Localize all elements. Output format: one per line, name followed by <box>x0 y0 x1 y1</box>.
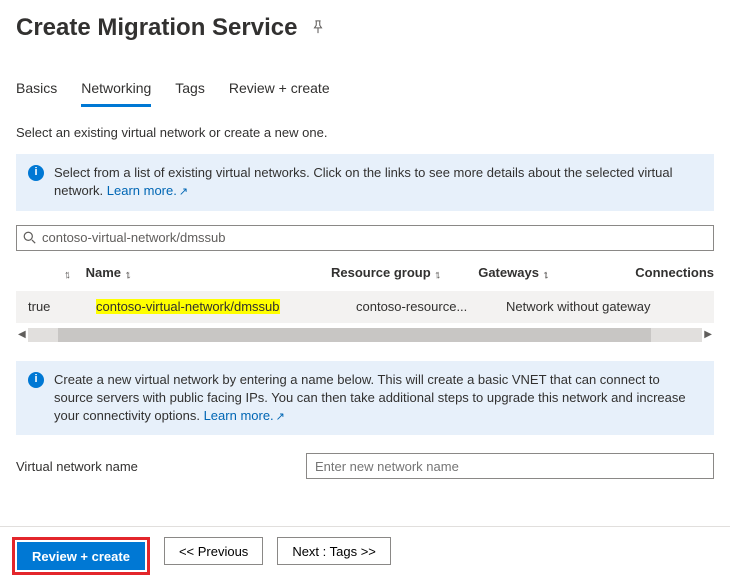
sort-icon[interactable]: ↑↓ <box>64 269 67 281</box>
info-new-network: i Create a new virtual network by enteri… <box>16 361 714 436</box>
vnet-name-label: Virtual network name <box>16 459 306 474</box>
horizontal-scrollbar[interactable]: ◀ ▶ <box>16 327 714 343</box>
info-new-text: Create a new virtual network by entering… <box>54 372 686 423</box>
intro-text: Select an existing virtual network or cr… <box>16 125 714 140</box>
tab-tags[interactable]: Tags <box>175 74 205 107</box>
row-name[interactable]: contoso-virtual-network/dmssub <box>96 299 280 314</box>
wizard-footer: Review + create << Previous Next : Tags … <box>0 526 730 585</box>
pin-icon[interactable] <box>311 20 325 37</box>
row-gateways: Network without gateway <box>506 299 666 314</box>
highlight-annotation: Review + create <box>12 537 150 575</box>
vnet-table: ↑↓ Name ↑↓ Resource group ↑↓ Gateways ↑↓… <box>16 255 714 323</box>
row-resource-group: contoso-resource... <box>356 299 506 314</box>
external-link-icon: ↗ <box>179 186 188 198</box>
external-link-icon: ↗ <box>276 411 285 423</box>
vnet-search-field[interactable] <box>42 230 707 245</box>
vnet-name-input[interactable] <box>306 453 714 479</box>
info-icon: i <box>28 165 44 181</box>
tabs: Basics Networking Tags Review + create <box>0 52 730 107</box>
learn-more-new-link[interactable]: Learn more.↗ <box>204 408 285 423</box>
sort-icon[interactable]: ↑↓ <box>125 269 128 281</box>
table-row[interactable]: true contoso-virtual-network/dmssub cont… <box>16 291 714 323</box>
tab-networking[interactable]: Networking <box>81 74 151 107</box>
info-existing-networks: i Select from a list of existing virtual… <box>16 154 714 211</box>
previous-button[interactable]: << Previous <box>164 537 263 565</box>
tab-review-create[interactable]: Review + create <box>229 74 330 107</box>
sort-icon[interactable]: ↑↓ <box>434 269 437 281</box>
row-selected: true <box>16 299 96 314</box>
scroll-thumb[interactable] <box>58 328 652 342</box>
col-header-name[interactable]: Name <box>86 265 121 280</box>
sort-icon[interactable]: ↑↓ <box>543 269 546 281</box>
info-icon: i <box>28 372 44 388</box>
learn-more-existing-link[interactable]: Learn more.↗ <box>107 183 188 198</box>
col-header-gateways[interactable]: Gateways <box>478 265 539 280</box>
col-header-resource-group[interactable]: Resource group <box>331 265 431 280</box>
scroll-right-icon[interactable]: ▶ <box>702 329 714 340</box>
next-button[interactable]: Next : Tags >> <box>277 537 391 565</box>
tab-basics[interactable]: Basics <box>16 74 57 107</box>
page-title: Create Migration Service <box>16 14 297 42</box>
review-create-button[interactable]: Review + create <box>17 542 145 570</box>
scroll-left-icon[interactable]: ◀ <box>16 329 28 340</box>
vnet-search-input[interactable] <box>16 225 714 251</box>
search-icon <box>23 231 36 244</box>
col-header-connections[interactable]: Connections <box>635 265 714 280</box>
